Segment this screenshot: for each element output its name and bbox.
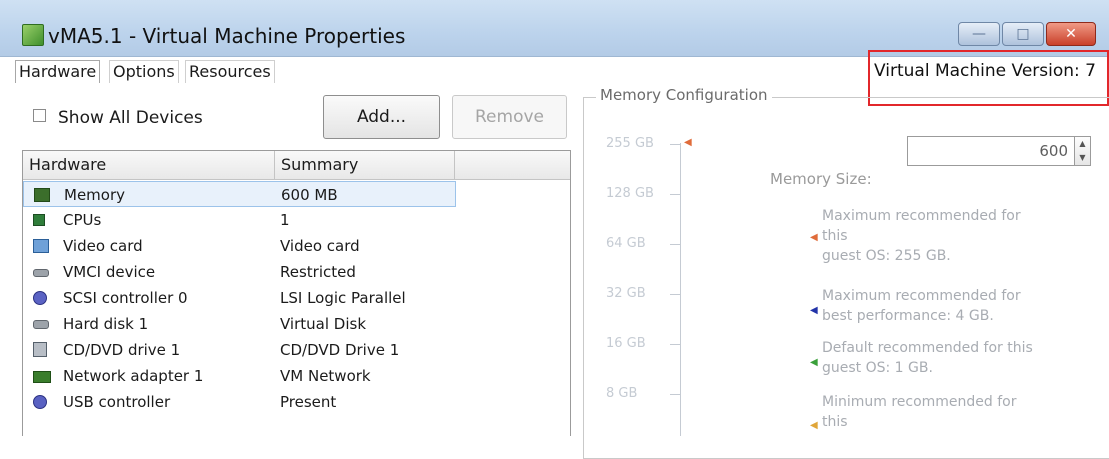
default-recommended-marker-icon: ◀: [810, 357, 818, 368]
recommendation-max-guest-os: Maximum recommended for this guest OS: 2…: [822, 206, 1072, 266]
remove-button[interactable]: Remove: [452, 95, 567, 139]
axis-label: 16 GB: [606, 336, 646, 351]
recommendation-line: guest OS: 1 GB.: [822, 360, 933, 376]
table-row[interactable]: Hard disk 1 Virtual Disk: [23, 311, 456, 337]
axis-label: 64 GB: [606, 236, 646, 251]
cpu-icon: [33, 214, 45, 226]
hardware-table: Hardware Summary Memory 600 MB CPUs 1 Vi…: [22, 150, 571, 436]
max-guest-os-marker: ◀: [684, 137, 692, 148]
tab-hardware[interactable]: Hardware: [15, 60, 101, 83]
row-name: Memory: [64, 186, 126, 204]
recommendation-line: guest OS: 255 GB.: [822, 248, 951, 264]
memory-slider-track[interactable]: [680, 143, 681, 436]
row-summary: Video card: [280, 237, 360, 255]
recommendation-max-performance: Maximum recommended for best performance…: [822, 286, 1072, 326]
axis-tick: [670, 294, 680, 295]
checkbox-icon: [33, 109, 46, 122]
row-name: Hard disk 1: [63, 315, 149, 333]
spin-down-icon[interactable]: ▼: [1075, 151, 1090, 165]
hard-disk-icon: [33, 320, 49, 329]
axis-tick: [670, 244, 680, 245]
axis-label: 128 GB: [606, 186, 654, 201]
row-summary: Present: [280, 393, 337, 411]
row-summary: LSI Logic Parallel: [280, 289, 406, 307]
table-row[interactable]: CPUs 1: [23, 207, 456, 233]
column-header-hardware[interactable]: Hardware: [23, 151, 275, 179]
tab-resources[interactable]: Resources: [185, 60, 275, 83]
table-row[interactable]: SCSI controller 0 LSI Logic Parallel: [23, 285, 456, 311]
minimize-icon: —: [972, 26, 986, 42]
row-summary: CD/DVD Drive 1: [280, 341, 400, 359]
row-summary: 600 MB: [281, 186, 338, 204]
row-name: USB controller: [63, 393, 171, 411]
axis-label: 8 GB: [606, 386, 638, 401]
row-summary: Restricted: [280, 263, 356, 281]
axis-tick: [670, 194, 680, 195]
recommendation-line: best performance: 4 GB.: [822, 308, 994, 324]
close-icon: ✕: [1065, 26, 1077, 42]
axis-tick: [670, 344, 680, 345]
axis-label: 255 GB: [606, 136, 654, 151]
recommendation-line: Default recommended for this: [822, 340, 1033, 356]
axis-label: 32 GB: [606, 286, 646, 301]
scsi-controller-icon: [33, 291, 47, 305]
vmci-device-icon: [33, 269, 49, 277]
title-bar: vMA5.1 - Virtual Machine Properties — □ …: [0, 0, 1109, 57]
max-guest-os-marker-icon: ◀: [810, 232, 818, 243]
table-row[interactable]: VMCI device Restricted: [23, 259, 456, 285]
row-summary: VM Network: [280, 367, 371, 385]
tab-options[interactable]: Options: [109, 60, 179, 83]
recommendation-default: Default recommended for this guest OS: 1…: [822, 338, 1072, 378]
memory-size-stepper[interactable]: ▲ ▼: [1075, 136, 1091, 166]
row-name: CPUs: [63, 211, 102, 229]
memory-size-input[interactable]: 600: [907, 136, 1075, 166]
close-button[interactable]: ✕: [1046, 22, 1096, 46]
show-all-devices-checkbox[interactable]: Show All Devices: [33, 108, 203, 128]
network-adapter-icon: [33, 371, 51, 383]
row-name: SCSI controller 0: [63, 289, 188, 307]
recommendation-line: Maximum recommended for: [822, 208, 1021, 224]
window-title: vMA5.1 - Virtual Machine Properties: [48, 24, 406, 48]
max-performance-marker-icon: ◀: [810, 305, 818, 316]
row-name: Network adapter 1: [63, 367, 204, 385]
video-card-icon: [33, 239, 49, 253]
table-row[interactable]: Video card Video card: [23, 233, 456, 259]
minimize-button[interactable]: —: [958, 22, 1000, 46]
column-header-summary[interactable]: Summary: [275, 151, 455, 179]
recommendation-line: this: [822, 414, 848, 430]
cd-dvd-icon: [33, 342, 47, 357]
axis-tick: [670, 144, 680, 145]
table-row[interactable]: CD/DVD drive 1 CD/DVD Drive 1: [23, 337, 456, 363]
maximize-button[interactable]: □: [1002, 22, 1044, 46]
table-row[interactable]: Memory 600 MB: [23, 181, 456, 207]
memory-size-label: Memory Size:: [770, 170, 872, 188]
usb-controller-icon: [33, 395, 47, 409]
memory-icon: [34, 188, 50, 202]
maximize-icon: □: [1016, 26, 1030, 42]
row-summary: 1: [280, 211, 290, 229]
min-recommended-marker-icon: ◀: [810, 420, 818, 431]
spin-up-icon[interactable]: ▲: [1075, 137, 1090, 151]
recommendation-line: this: [822, 228, 848, 244]
row-name: CD/DVD drive 1: [63, 341, 181, 359]
table-row[interactable]: Network adapter 1 VM Network: [23, 363, 456, 389]
show-all-devices-label: Show All Devices: [58, 108, 203, 128]
recommendation-line: Maximum recommended for: [822, 288, 1021, 304]
memory-configuration-legend: Memory Configuration: [596, 86, 772, 104]
recommendation-minimum: Minimum recommended for this: [822, 392, 1072, 432]
row-name: VMCI device: [63, 263, 156, 281]
add-button[interactable]: Add...: [323, 95, 440, 139]
row-name: Video card: [63, 237, 143, 255]
axis-tick: [670, 394, 680, 395]
recommendation-line: Minimum recommended for: [822, 394, 1017, 410]
row-summary: Virtual Disk: [280, 315, 367, 333]
hardware-table-header: Hardware Summary: [23, 151, 570, 180]
table-row[interactable]: USB controller Present: [23, 389, 456, 415]
vm-version-label: Virtual Machine Version: 7: [874, 61, 1096, 81]
vm-properties-icon: [22, 24, 44, 46]
